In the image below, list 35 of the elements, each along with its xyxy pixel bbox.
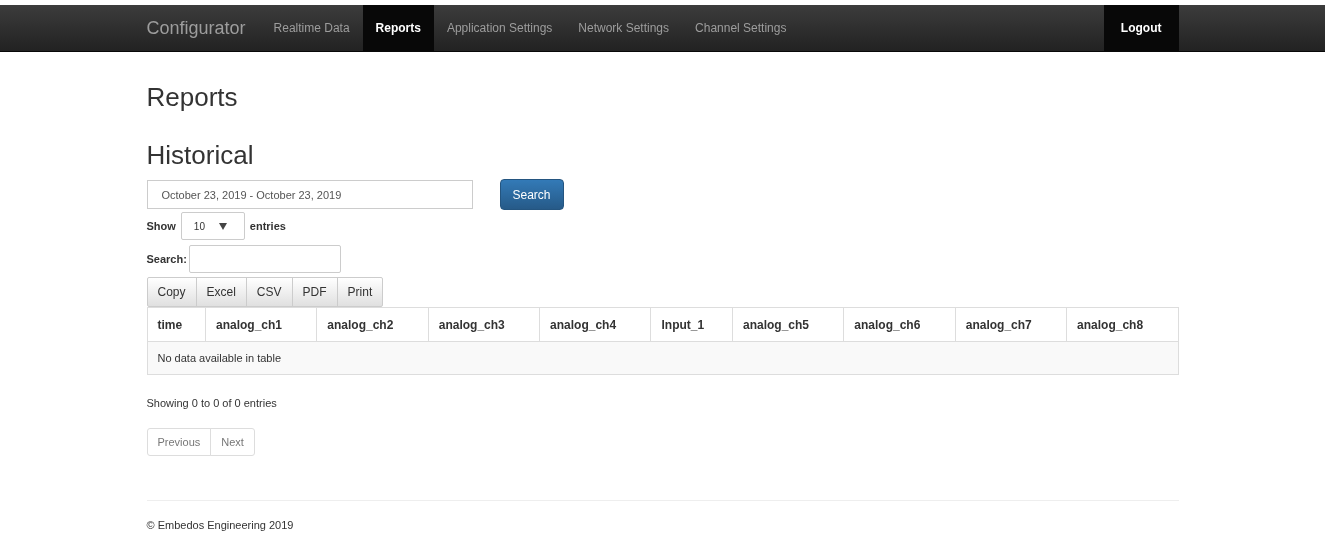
column-header[interactable]: Input_1 <box>650 307 733 342</box>
page-title: Reports <box>146 82 239 113</box>
export-button[interactable]: PDF <box>291 277 338 307</box>
empty-message: No data available in table <box>147 341 1178 375</box>
column-header[interactable]: analog_ch1 <box>205 307 317 342</box>
search-field[interactable] <box>188 245 341 273</box>
export-button[interactable]: CSV <box>245 277 293 307</box>
caret-icon <box>218 222 227 230</box>
export-button[interactable]: Excel <box>195 277 247 307</box>
footer-text: © Embedos Engineering 2019 <box>146 519 295 531</box>
column-header[interactable]: analog_ch2 <box>316 307 429 342</box>
entries-label: entries <box>249 220 286 232</box>
column-header[interactable]: analog_ch4 <box>539 307 651 342</box>
entries-select[interactable]: 10 <box>180 212 245 240</box>
brand[interactable]: Configurator <box>134 5 261 51</box>
nav-item[interactable]: Application Settings <box>433 5 566 51</box>
column-header[interactable]: analog_ch8 <box>1066 307 1178 342</box>
date-range-field[interactable]: October 23, 2019 - October 23, 2019 <box>146 180 473 209</box>
nav-item[interactable]: Channel Settings <box>682 5 800 51</box>
column-header[interactable]: analog_ch7 <box>955 307 1067 342</box>
show-label: Show <box>146 220 176 232</box>
nav-item[interactable]: Reports <box>362 5 434 51</box>
column-header[interactable]: time <box>147 307 206 342</box>
nav-item[interactable]: Network Settings <box>565 5 683 51</box>
column-header[interactable]: analog_ch3 <box>428 307 540 342</box>
export-button[interactable]: Copy <box>146 277 197 307</box>
search-button[interactable]: Search <box>499 179 564 210</box>
table-info: Showing 0 to 0 of 0 entries <box>146 397 278 409</box>
search-label: Search: <box>146 253 187 265</box>
section-title: Historical <box>146 140 255 171</box>
column-header[interactable]: analog_ch6 <box>843 307 956 342</box>
nav-item[interactable]: Realtime Data <box>260 5 363 51</box>
logout-button[interactable]: Logout <box>1103 5 1179 51</box>
export-button[interactable]: Print <box>336 277 384 307</box>
column-header[interactable]: analog_ch5 <box>732 307 844 342</box>
